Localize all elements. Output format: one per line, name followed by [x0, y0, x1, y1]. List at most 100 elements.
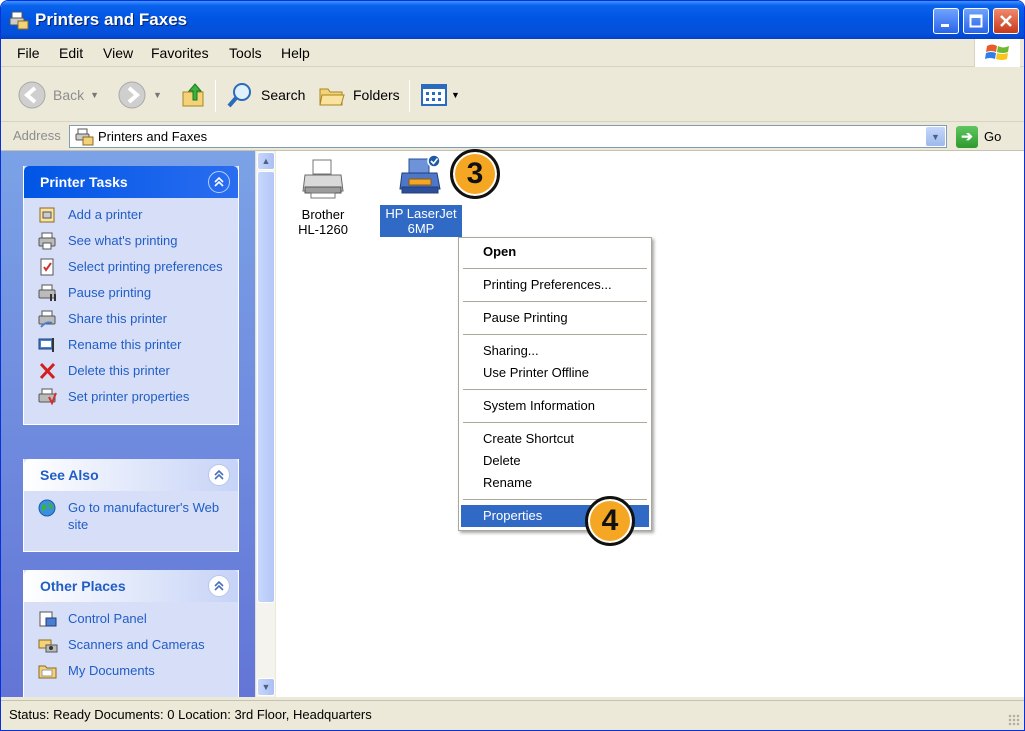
printer-icon: [399, 155, 441, 194]
place-label: My Documents: [68, 663, 155, 678]
context-menu: Open Printing Preferences... Pause Print…: [458, 237, 652, 531]
toolbar: Back ▼ ▼ Search Folders ▼: [1, 68, 1024, 122]
status-bar: Status: Ready Documents: 0 Location: 3rd…: [1, 700, 1024, 730]
task-label: Set printer properties: [68, 389, 190, 404]
task-label: See what's printing: [68, 233, 178, 248]
go-arrow-icon: ➔: [956, 125, 978, 148]
status-text: Status: Ready Documents: 0 Location: 3rd…: [9, 707, 372, 722]
address-dropdown-icon[interactable]: ▼: [926, 127, 945, 146]
collapse-icon[interactable]: [208, 464, 230, 486]
minimize-button[interactable]: [933, 8, 959, 34]
windows-flag-icon: [985, 44, 1009, 60]
control-panel-icon: [39, 611, 57, 627]
menu-item-open[interactable]: Open: [461, 241, 649, 263]
collapse-icon[interactable]: [208, 171, 230, 193]
task-pause-printing[interactable]: Pause printing: [38, 284, 230, 302]
task-label: Add a printer: [68, 207, 143, 222]
collapse-icon[interactable]: [208, 575, 230, 597]
menu-separator: [463, 334, 647, 335]
place-scanners-cameras[interactable]: Scanners and Cameras: [38, 636, 230, 654]
other-places-list: Control Panel Scanners and Cameras My Do…: [24, 602, 238, 697]
task-label: Rename this printer: [68, 337, 182, 352]
printer-tasks-header[interactable]: Printer Tasks: [24, 166, 238, 198]
menu-file[interactable]: File: [17, 45, 40, 61]
menu-help[interactable]: Help: [281, 45, 310, 61]
menu-view[interactable]: View: [103, 45, 133, 61]
address-bar: Address Printers and Faxes ▼ ➔ Go: [1, 122, 1024, 151]
menu-tools[interactable]: Tools: [229, 45, 262, 61]
printer-icon: [302, 159, 344, 199]
up-folder-icon: [182, 83, 204, 107]
menu-favorites[interactable]: Favorites: [151, 45, 209, 61]
maximize-button[interactable]: [963, 8, 989, 34]
delete-icon: [39, 362, 56, 380]
back-button[interactable]: Back ▼: [17, 78, 99, 112]
place-control-panel[interactable]: Control Panel: [38, 610, 230, 628]
toolbar-separator: [409, 80, 410, 112]
task-add-printer[interactable]: Add a printer: [38, 206, 230, 224]
address-field[interactable]: Printers and Faxes ▼: [69, 125, 947, 148]
step-callout-3: 3: [450, 149, 500, 199]
task-rename-printer[interactable]: Rename this printer: [38, 336, 230, 354]
window-title: Printers and Faxes: [35, 10, 188, 29]
back-arrow-icon: [18, 81, 46, 109]
vertical-scrollbar[interactable]: ▲ ▼: [255, 151, 275, 697]
views-dropdown-icon[interactable]: ▼: [451, 90, 460, 100]
menu-item-pause-printing[interactable]: Pause Printing: [461, 307, 649, 329]
forward-arrow-icon: [118, 81, 146, 109]
other-places-header[interactable]: Other Places: [24, 570, 238, 602]
scroll-up-icon[interactable]: ▲: [257, 152, 275, 170]
address-label: Address: [13, 128, 61, 143]
task-share-printer[interactable]: Share this printer: [38, 310, 230, 328]
back-dropdown-icon[interactable]: ▼: [90, 90, 99, 100]
search-button[interactable]: Search: [225, 78, 305, 112]
task-manufacturer-site[interactable]: Go to manufacturer's Web site: [38, 499, 230, 533]
task-delete-printer[interactable]: Delete this printer: [38, 362, 230, 380]
scanner-icon: [38, 639, 58, 653]
printer-folder-icon: [9, 11, 29, 30]
task-set-properties[interactable]: Set printer properties: [38, 388, 230, 406]
menu-item-create-shortcut[interactable]: Create Shortcut: [461, 428, 649, 450]
printer-name: HP LaserJet 6MP: [380, 205, 462, 237]
close-button[interactable]: [993, 8, 1019, 34]
menu-item-system-information[interactable]: System Information: [461, 395, 649, 417]
menu-item-sharing[interactable]: Sharing...: [461, 340, 649, 362]
menu-item-use-printer-offline[interactable]: Use Printer Offline: [461, 362, 649, 384]
scroll-thumb[interactable]: [257, 171, 275, 603]
other-places-title: Other Places: [40, 578, 126, 594]
menu-edit[interactable]: Edit: [59, 45, 83, 61]
search-label: Search: [261, 87, 306, 103]
see-also-header[interactable]: See Also: [24, 459, 238, 491]
step-callout-4: 4: [585, 496, 635, 546]
rename-icon: [38, 338, 54, 352]
up-folder-button[interactable]: [179, 78, 209, 112]
scroll-down-icon[interactable]: ▼: [257, 678, 275, 696]
views-button[interactable]: ▼: [419, 78, 460, 112]
see-also-title: See Also: [40, 467, 99, 483]
menu-bar: File Edit View Favorites Tools Help: [1, 39, 1024, 67]
go-button[interactable]: ➔ Go: [956, 125, 1001, 148]
place-my-documents[interactable]: My Documents: [38, 662, 230, 680]
forward-dropdown-icon[interactable]: ▼: [153, 90, 162, 100]
menu-item-rename[interactable]: Rename: [461, 472, 649, 494]
menu-item-delete[interactable]: Delete: [461, 450, 649, 472]
folders-button[interactable]: Folders: [317, 78, 400, 112]
printer-name: Brother HL-1260: [298, 207, 348, 237]
add-printer-icon: [39, 207, 55, 223]
task-label: Share this printer: [68, 311, 167, 326]
menu-separator: [463, 422, 647, 423]
preferences-icon: [40, 258, 54, 276]
printer-brother[interactable]: Brother HL-1260: [282, 157, 364, 237]
forward-button[interactable]: ▼: [117, 78, 162, 112]
pause-printer-icon: [38, 284, 56, 301]
minimize-icon: [941, 24, 949, 27]
close-icon: [1000, 15, 1012, 27]
task-see-whats-printing[interactable]: See what's printing: [38, 232, 230, 250]
title-bar[interactable]: Printers and Faxes: [1, 1, 1024, 39]
folders-label: Folders: [353, 87, 400, 103]
share-printer-icon: [38, 310, 56, 328]
task-select-preferences[interactable]: Select printing preferences: [38, 258, 230, 276]
menu-item-printing-preferences[interactable]: Printing Preferences...: [461, 274, 649, 296]
resize-grip[interactable]: [1008, 714, 1020, 726]
task-label: Go to manufacturer's Web site: [68, 500, 220, 532]
